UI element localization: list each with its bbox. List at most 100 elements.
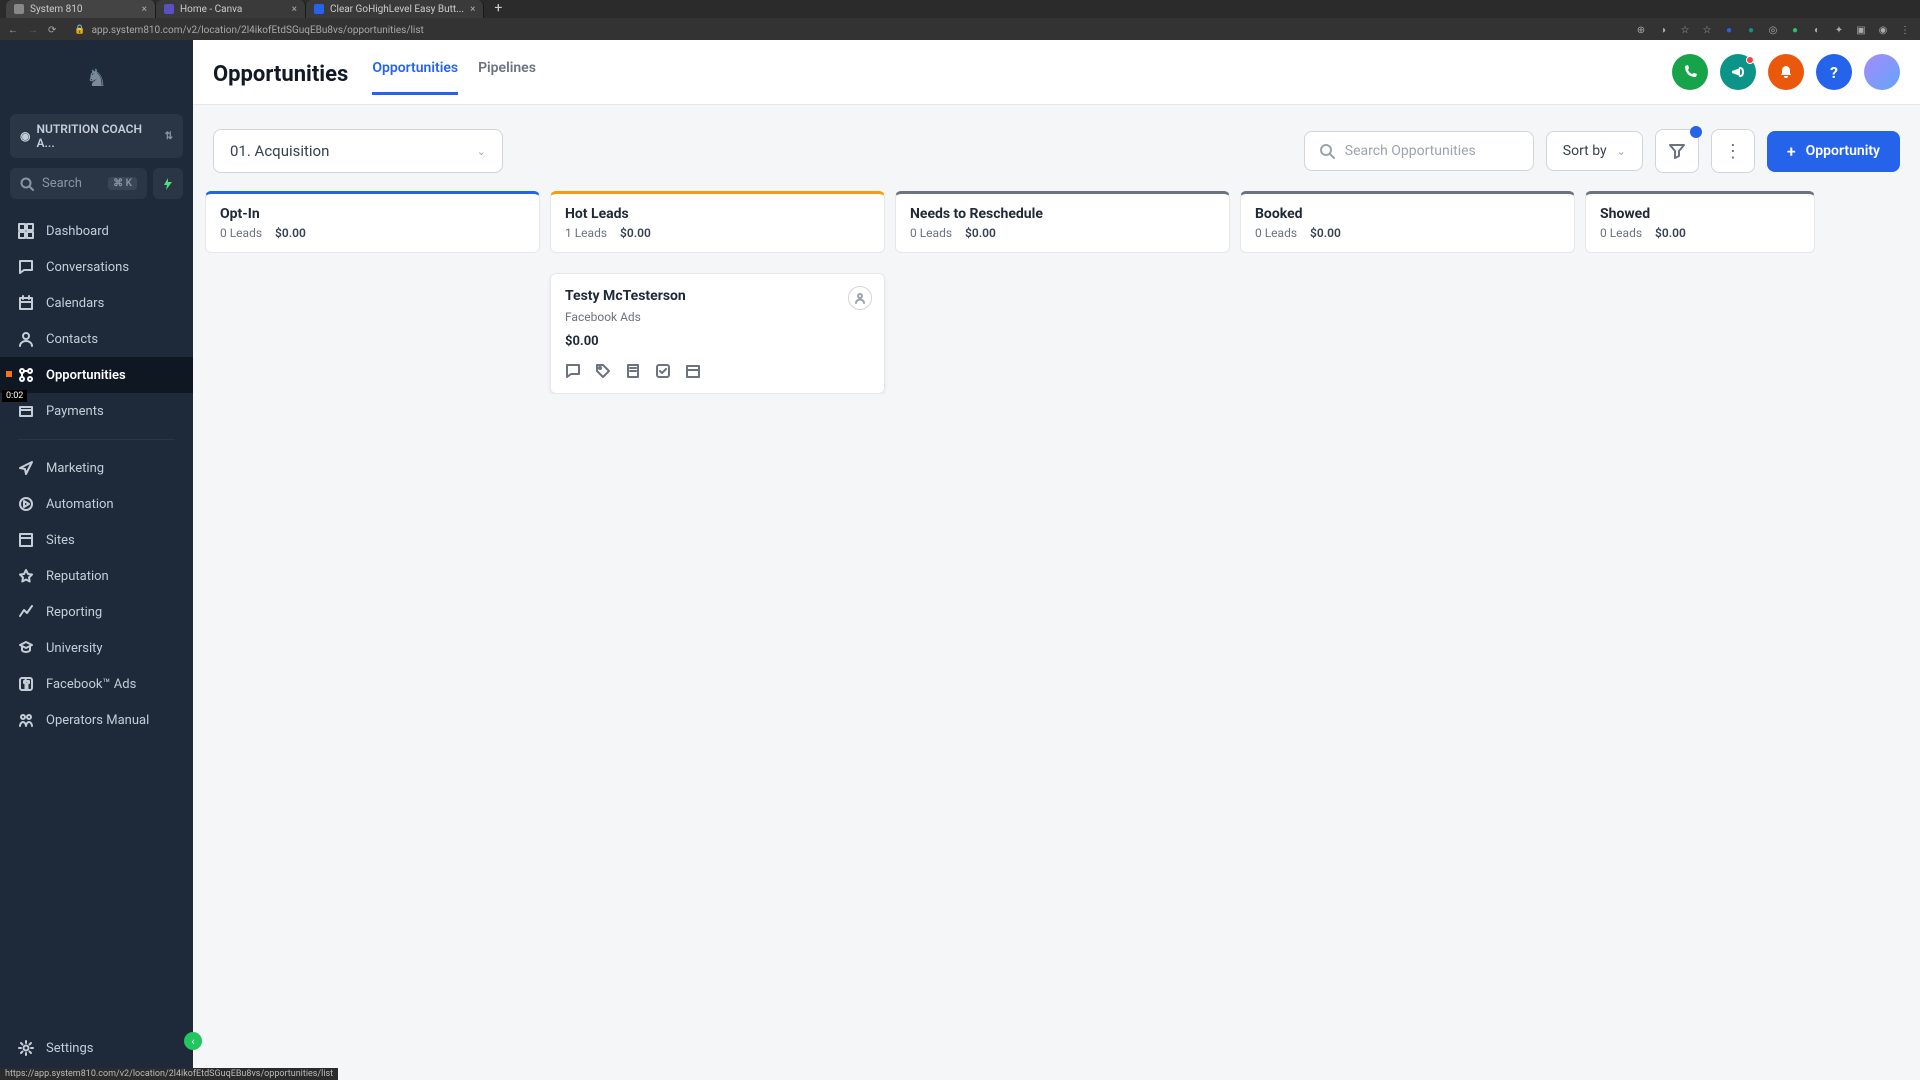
bolt-icon [161, 177, 175, 191]
message-icon[interactable] [565, 363, 581, 379]
phone-icon [1682, 64, 1698, 80]
bolt-button[interactable] [153, 168, 183, 199]
sidebar-item-facebook-ads[interactable]: Facebook™ Ads [0, 666, 193, 702]
calendar-icon[interactable] [685, 363, 701, 379]
close-icon[interactable]: × [470, 4, 475, 15]
search-placeholder: Search Opportunities [1345, 143, 1476, 159]
sidebar-item-reporting[interactable]: Reporting [0, 594, 193, 630]
column-meta: 0 Leads $0.00 [1600, 226, 1800, 240]
star-icon [18, 568, 34, 584]
extension-icon[interactable]: ● [1788, 23, 1802, 37]
search-input[interactable]: Search ⌘ K [10, 168, 147, 199]
nav-label: Reputation [46, 569, 109, 584]
card-source: Facebook Ads [565, 310, 870, 324]
person-icon [854, 292, 866, 304]
tab-pipelines[interactable]: Pipelines [478, 54, 536, 95]
browser-tab[interactable]: System 810 × [6, 0, 156, 18]
tab-opportunities[interactable]: Opportunities [372, 54, 458, 95]
reload-icon[interactable]: ⟳ [48, 25, 56, 36]
notification-dot-icon [1746, 56, 1754, 64]
tag-icon[interactable] [595, 363, 611, 379]
nav-label: Payments [46, 404, 104, 419]
chevron-updown-icon: ⇅ [165, 131, 173, 142]
announce-button[interactable] [1720, 54, 1756, 90]
extension-icon[interactable]: ☆ [1678, 23, 1692, 37]
logo-icon: ♞ [79, 60, 115, 96]
chat-icon [18, 259, 34, 275]
sidebar-item-reputation[interactable]: Reputation [0, 558, 193, 594]
header-tabs: Opportunities Pipelines [372, 54, 536, 95]
more-icon: ⋮ [1724, 141, 1742, 162]
browser-tab[interactable]: Clear GoHighLevel Easy Butt... × [306, 0, 484, 18]
close-icon[interactable]: × [142, 4, 147, 15]
logo[interactable]: ♞ [0, 50, 193, 114]
more-button[interactable]: ⋮ [1711, 129, 1755, 173]
chevron-left-icon: ‹ [191, 1035, 194, 1048]
sidebar-item-opportunities[interactable]: Opportunities [0, 357, 193, 393]
menu-icon[interactable]: ⋮ [1898, 23, 1912, 37]
nav-label: Automation [46, 497, 114, 512]
sidebar-item-university[interactable]: University [0, 630, 193, 666]
url-bar[interactable]: 🔒 app.system810.com/v2/location/2l4ikofE… [66, 23, 1624, 38]
notifications-button[interactable] [1768, 54, 1804, 90]
sort-button[interactable]: Sort by ⌄ [1546, 131, 1643, 171]
sidebar-item-settings[interactable]: Settings [0, 1030, 193, 1066]
add-label: Opportunity [1806, 143, 1880, 159]
sidebar-item-dashboard[interactable]: Dashboard [0, 213, 193, 249]
extension-icon[interactable]: ☆ [1700, 23, 1714, 37]
extension-icon[interactable]: ◑ [1656, 23, 1670, 37]
sidebar-item-contacts[interactable]: Contacts [0, 321, 193, 357]
sidebar-item-conversations[interactable]: Conversations [0, 249, 193, 285]
add-opportunity-button[interactable]: + Opportunity [1767, 131, 1900, 172]
browser-tab[interactable]: Home - Canva × [156, 0, 306, 18]
chevron-down-icon: ⌄ [1617, 145, 1626, 158]
back-icon[interactable]: ← [8, 25, 18, 36]
new-tab-button[interactable]: + [484, 0, 512, 18]
user-avatar[interactable] [1864, 54, 1900, 90]
sidebar-item-payments[interactable]: Payments [0, 393, 193, 429]
call-button[interactable] [1672, 54, 1708, 90]
sidebar-item-sites[interactable]: Sites [0, 522, 193, 558]
search-icon [1319, 143, 1335, 159]
sidebar-item-automation[interactable]: Automation [0, 486, 193, 522]
panel-icon[interactable]: ▣ [1854, 23, 1868, 37]
extension-icon[interactable]: ⊕ [1634, 23, 1648, 37]
collapse-sidebar-button[interactable]: ‹ [184, 1032, 202, 1050]
card-value: $0.00 [565, 334, 870, 349]
filter-icon [1668, 142, 1686, 160]
card-name: Testy McTesterson [565, 288, 870, 304]
profile-icon[interactable]: ◉ [1876, 23, 1890, 37]
location-selector[interactable]: ◉ NUTRITION COACH A... ⇅ [10, 114, 183, 158]
opportunity-card[interactable]: Testy McTesterson Facebook Ads $0.00 [550, 273, 885, 394]
gear-icon [18, 1040, 34, 1056]
contact-icon [18, 331, 34, 347]
extensions-menu-icon[interactable]: ✦ [1832, 23, 1846, 37]
close-icon[interactable]: × [292, 4, 297, 15]
extension-icon[interactable]: ● [1744, 23, 1758, 37]
sidebar-item-marketing[interactable]: Marketing [0, 450, 193, 486]
forward-icon[interactable]: → [28, 25, 38, 36]
lock-icon: 🔒 [74, 25, 85, 35]
filter-button[interactable] [1655, 129, 1699, 173]
note-icon[interactable] [625, 363, 641, 379]
extension-icon[interactable]: ● [1722, 23, 1736, 37]
card-avatar[interactable] [848, 286, 872, 310]
nav-label: Calendars [46, 296, 104, 311]
help-button[interactable]: ? [1816, 54, 1852, 90]
payment-icon [18, 403, 34, 419]
task-icon[interactable] [655, 363, 671, 379]
sidebar-item-operators-manual[interactable]: Operators Manual [0, 702, 193, 738]
nav-label: Reporting [46, 605, 102, 620]
search-opportunities-input[interactable]: Search Opportunities [1304, 131, 1534, 171]
pipeline-selector[interactable]: 01. Acquisition ⌄ [213, 129, 503, 173]
sidebar-item-calendars[interactable]: Calendars [0, 285, 193, 321]
tab-title: Home - Canva [180, 4, 242, 15]
send-icon [18, 460, 34, 476]
nav-label: Facebook™ Ads [46, 677, 136, 692]
column-title: Opt-In [220, 206, 525, 222]
column-amount: $0.00 [1310, 226, 1341, 240]
extension-icon[interactable]: ◐ [1810, 23, 1824, 37]
nav-label: Opportunities [46, 368, 126, 383]
extension-icon[interactable]: ◎ [1766, 23, 1780, 37]
browser-chrome: System 810 × Home - Canva × Clear GoHigh… [0, 0, 1920, 40]
